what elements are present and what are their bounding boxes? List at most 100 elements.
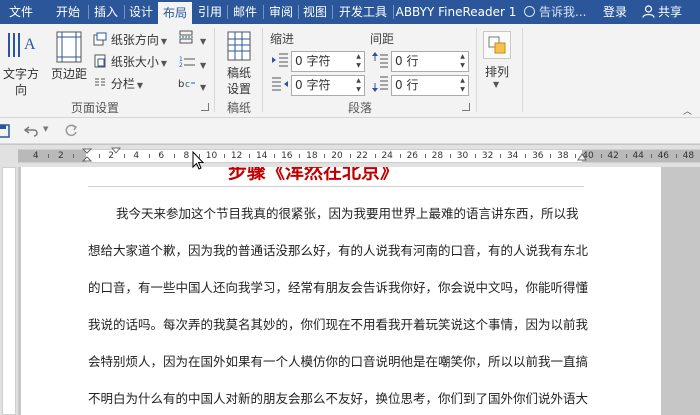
ruler-number: 22	[356, 151, 368, 161]
tab-mailings[interactable]: 邮件	[228, 0, 262, 24]
ruler-number: 4	[133, 151, 140, 161]
columns-button[interactable]: 分栏 ▼	[93, 75, 143, 93]
ruler-number: 30	[456, 151, 469, 161]
ruler-number: 4	[32, 151, 39, 161]
share-button[interactable]: 共享	[642, 0, 682, 24]
ruler-number: 14	[255, 151, 268, 161]
chevron-down-icon: ▼	[136, 81, 143, 90]
save-icon[interactable]	[0, 124, 10, 138]
arrange-button[interactable]	[483, 31, 511, 59]
spacing-header: 间距	[370, 32, 395, 46]
right-indent-marker[interactable]	[577, 152, 587, 164]
hyphenation-button[interactable]: b c ▼	[178, 76, 206, 93]
chevron-down-icon[interactable]: ▼	[493, 80, 499, 89]
horizontal-ruler[interactable]: 4 2 2 4 6 8 10 12 14 16 18 20 22 24 26 28 30 32 34 36 38 40 42…	[18, 147, 700, 164]
ruler-tick	[550, 154, 552, 158]
ribbon-layout: A 文字方向 页边距 纸张方向 ▼ 纸张大小 ▼ 分栏 ▼ ▼ 1 2 ▼ b …	[0, 24, 700, 118]
tab-insert[interactable]: 插入	[89, 0, 123, 24]
indent-header: 缩进	[270, 32, 295, 46]
hyphenation-icon: bc	[178, 79, 195, 90]
ruler-tick	[73, 154, 75, 158]
ruler-tick	[123, 154, 125, 158]
ruler-number: 12	[230, 151, 243, 161]
tab-design[interactable]: 设计	[125, 0, 157, 24]
page-setup-dialog-launcher[interactable]	[201, 103, 209, 111]
first-line-indent-marker[interactable]	[111, 147, 121, 155]
svg-text:2: 2	[179, 62, 183, 68]
tab-home[interactable]: 开始	[49, 0, 87, 24]
tab-developer[interactable]: 开发工具	[333, 0, 393, 24]
tell-me-search[interactable]: 告诉我...	[524, 0, 586, 24]
tab-file[interactable]: 文件	[0, 0, 42, 24]
ruler-tick	[349, 154, 351, 158]
text-direction-icon: A	[8, 33, 36, 57]
group-divider	[476, 28, 477, 112]
orientation-button[interactable]: 纸张方向 ▼	[93, 31, 167, 49]
paper-size-icon	[94, 54, 106, 68]
chevron-down-icon: ▼	[200, 61, 207, 70]
paper-size-button[interactable]: 纸张大小 ▼	[93, 53, 167, 71]
manuscript-settings-button[interactable]	[226, 31, 252, 64]
tab-abbyy-finereader[interactable]: ABBYY FineReader 1	[394, 0, 518, 24]
spacing-before-input[interactable]: 0 行 ▲ ▼	[391, 51, 469, 72]
spacing-after-icon	[371, 75, 389, 96]
ruler-number: 20	[331, 151, 343, 161]
spin-arrows-icon[interactable]: ▲ ▼	[457, 76, 468, 95]
ruler-tick	[475, 154, 477, 158]
breaks-button[interactable]: ▼	[178, 30, 206, 47]
columns-icon	[95, 78, 105, 86]
vertical-ruler[interactable]	[2, 167, 16, 415]
spin-arrows-icon[interactable]: ▲ ▼	[353, 76, 364, 95]
ruler-tick	[600, 154, 602, 158]
paragraph-dialog-launcher[interactable]	[462, 103, 470, 111]
left-indent-marker[interactable]	[82, 148, 92, 164]
lightbulb-icon	[524, 6, 535, 17]
margins-button[interactable]	[54, 30, 84, 67]
chevron-down-icon: ▼	[160, 59, 167, 68]
login-button[interactable]: 登录	[603, 0, 627, 24]
horizontal-ruler-bar: 4 2 2 4 6 8 10 12 14 16 18 20 22 24 26 28 30 32 34 36 38 40 42…	[0, 145, 700, 167]
paragraph-line: 我说的话吗。每次弄的我莫名其妙的，你们现在不用看我开着玩笑说这个事情，因为以前我	[88, 317, 589, 332]
tab-view[interactable]: 视图	[299, 0, 331, 24]
tab-layout[interactable]: 布局	[158, 2, 192, 24]
ruler-tick	[650, 154, 652, 158]
text-direction-button[interactable]: A	[3, 29, 39, 68]
collapse-ribbon-icon[interactable]: ︿	[683, 104, 692, 117]
indent-right-input[interactable]: 0 字符 ▲ ▼	[291, 75, 365, 96]
ruler-tick	[449, 154, 451, 158]
svg-text:b: b	[178, 79, 184, 90]
margins-icon	[56, 31, 82, 63]
ruler-number: 34	[506, 151, 519, 161]
ruler-tick	[249, 154, 251, 158]
indent-left-input[interactable]: 0 字符 ▲ ▼	[291, 51, 365, 72]
group-divider	[262, 28, 263, 112]
ruler-tick	[374, 154, 376, 158]
undo-icon[interactable]	[24, 124, 40, 138]
spin-arrows-icon[interactable]: ▲ ▼	[457, 52, 468, 71]
page-setup-group-label: 页面设置	[70, 101, 119, 115]
undo-dropdown-icon[interactable]: ▼	[43, 125, 48, 133]
ruler-tick	[424, 154, 426, 158]
tab-references[interactable]: 引用	[193, 0, 227, 24]
line-numbers-button[interactable]: 1 2 ▼	[178, 54, 206, 71]
spin-arrows-icon[interactable]: ▲ ▼	[353, 52, 364, 71]
paragraph-line: 的口音，有一些中国人还向我学习，经常有朋友会告诉我你好，你会说中文吗，你能听得懂	[88, 280, 589, 295]
paragraph-line: 不明白为什么有的中国人对新的朋友会那么不友好，换位思考，你们到了国外你们说外语大	[88, 391, 589, 406]
chevron-down-icon: ▼	[160, 37, 167, 46]
ruler-tick	[98, 154, 100, 158]
redo-icon[interactable]	[64, 123, 78, 139]
ruler-tick	[500, 154, 502, 158]
arrange-label: 排列	[484, 65, 509, 79]
ruler-number: 44	[632, 151, 644, 161]
paragraph-line: 想给大家道个歉，因为我的普通话没那么好，有的人说我有河南的口音，有的人说我有东北	[88, 243, 589, 258]
ruler-number: 10	[205, 151, 218, 161]
tab-review[interactable]: 审阅	[264, 0, 298, 24]
spacing-after-input[interactable]: 0 行 ▲ ▼	[391, 75, 469, 96]
indent-right-icon	[271, 76, 289, 95]
ruler-tick	[625, 154, 627, 158]
margins-label: 页边距	[50, 67, 87, 81]
paragraph-group-label: 段落	[347, 101, 372, 115]
ruler-number: 32	[481, 151, 494, 161]
ruler-tick	[224, 154, 226, 158]
ruler-number: 24	[381, 151, 393, 161]
